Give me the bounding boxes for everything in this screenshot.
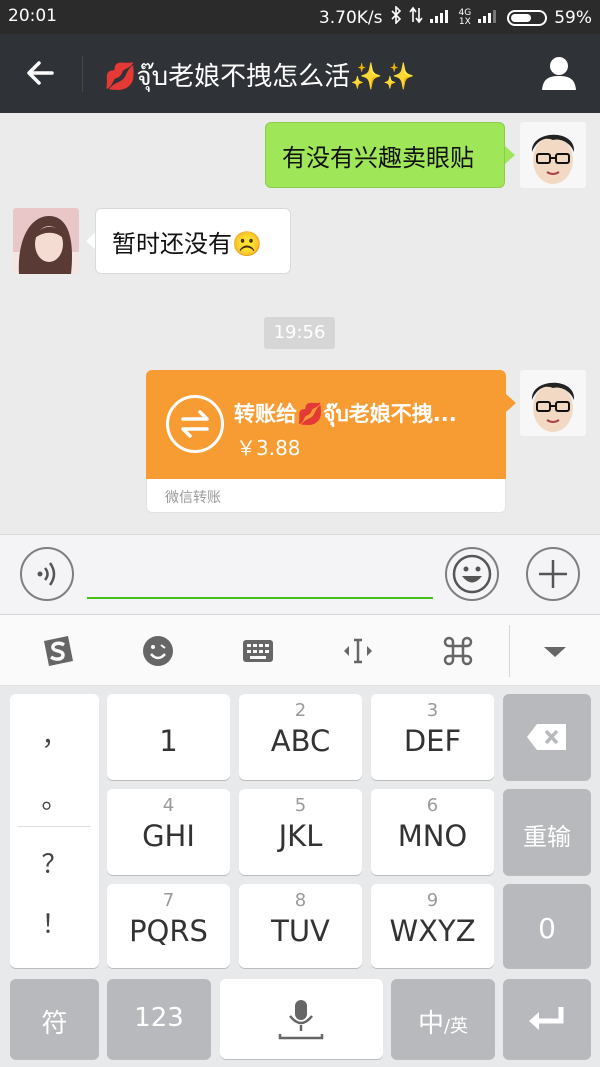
key-0[interactable]: 0 xyxy=(503,884,591,968)
sogou-logo-button[interactable] xyxy=(40,633,76,669)
sogou-logo-icon xyxy=(44,636,73,666)
data-arrows-icon xyxy=(408,6,423,29)
network-type: 4G 1X xyxy=(458,7,472,27)
smiley-icon xyxy=(452,554,492,594)
bluetooth-icon xyxy=(390,5,402,29)
contact-photo-icon xyxy=(13,208,79,274)
message-bubble-incoming[interactable]: 暂时还没有☹️ xyxy=(95,208,291,274)
enter-key[interactable] xyxy=(503,979,591,1059)
status-time: 20:01 xyxy=(8,6,57,26)
cartoon-face-icon xyxy=(520,122,586,188)
person-icon xyxy=(542,57,576,90)
cartoon-face-icon xyxy=(520,370,586,436)
transfer-footer-label: 微信转账 xyxy=(165,490,221,506)
signal-icon-2 xyxy=(478,7,500,28)
bubble-tail xyxy=(506,394,516,412)
header-divider xyxy=(82,56,83,92)
emoji-face-icon xyxy=(143,636,173,666)
command-icon xyxy=(443,636,473,666)
keyboard-toolbar xyxy=(0,614,600,686)
microphone-icon xyxy=(278,1000,324,1040)
avatar-self[interactable] xyxy=(520,122,586,188)
transfer-icon xyxy=(166,395,224,453)
keyboard-icon xyxy=(243,640,273,662)
voice-icon xyxy=(37,562,56,586)
numbers-key[interactable]: 123 xyxy=(107,979,211,1059)
plus-icon xyxy=(539,560,567,588)
emoji-button[interactable] xyxy=(445,547,499,601)
text-cursor-icon xyxy=(344,638,372,664)
key-6-mno[interactable]: 6 MNO xyxy=(371,789,494,875)
keyboard-layout-button[interactable] xyxy=(240,633,276,669)
command-button[interactable] xyxy=(440,633,476,669)
backspace-icon xyxy=(527,724,566,750)
battery-percent: 59% xyxy=(554,7,592,28)
net-speed: 3.70K/s xyxy=(318,7,383,28)
punct-divider xyxy=(18,826,91,827)
punct-period[interactable]: 。 xyxy=(10,779,99,816)
avatar-contact[interactable] xyxy=(13,208,79,274)
back-button[interactable] xyxy=(22,54,60,92)
key-1[interactable]: 1 xyxy=(107,694,230,780)
transfer-card[interactable]: 转账给💋จุ๊บ老娘不拽... ￥3.88 微信转账 xyxy=(146,370,506,513)
t9-keyboard: ， 。 ？ ！ 1 2 ABC 3 DEF 4 GHI 5 JKL 6 MNO … xyxy=(0,686,600,1067)
cursor-button[interactable] xyxy=(340,633,376,669)
space-key[interactable] xyxy=(220,979,383,1059)
status-bar: 20:01 3.70K/s 4G 1X 59% xyxy=(0,0,600,34)
language-switch-key[interactable]: 中/英 xyxy=(391,979,495,1059)
profile-button[interactable] xyxy=(540,54,578,92)
message-text: 有没有兴趣卖眼贴 xyxy=(282,143,474,172)
key-5-jkl[interactable]: 5 JKL xyxy=(239,789,362,875)
toolbar-divider xyxy=(509,625,510,677)
punctuation-column[interactable]: ， 。 ？ ！ xyxy=(10,694,99,968)
transfer-title: 转账给💋จุ๊บ老娘不拽... xyxy=(234,402,457,426)
punct-question[interactable]: ？ xyxy=(10,844,99,881)
key-4-ghi[interactable]: 4 GHI xyxy=(107,789,230,875)
lang-main: 中 xyxy=(417,1009,444,1039)
voice-button[interactable] xyxy=(20,547,74,601)
transfer-card-body: 转账给💋จุ๊บ老娘不拽... ￥3.88 xyxy=(146,370,506,479)
message-input-field[interactable] xyxy=(87,597,433,599)
transfer-card-footer: 微信转账 xyxy=(146,479,506,513)
punct-exclaim[interactable]: ！ xyxy=(10,904,99,941)
arrow-left-icon xyxy=(27,61,54,85)
status-indicators: 3.70K/s 4G 1X 59% xyxy=(318,5,592,29)
key-2-abc[interactable]: 2 ABC xyxy=(239,694,362,780)
message-text: 暂时还没有☹️ xyxy=(112,229,262,258)
backspace-key[interactable] xyxy=(503,694,591,780)
collapse-keyboard-button[interactable] xyxy=(537,633,573,669)
message-bubble-outgoing[interactable]: 有没有兴趣卖眼贴 xyxy=(265,122,505,188)
key-7-pqrs[interactable]: 7 PQRS xyxy=(107,884,230,968)
triangle-down-icon xyxy=(544,647,566,657)
emoji-keyboard-button[interactable] xyxy=(140,633,176,669)
symbols-key[interactable]: 符 xyxy=(10,979,99,1059)
message-timestamp: 19:56 xyxy=(264,317,335,349)
more-button[interactable] xyxy=(526,547,580,601)
lang-alt: /英 xyxy=(443,1016,469,1037)
avatar-self[interactable] xyxy=(520,370,586,436)
transfer-amount: ￥3.88 xyxy=(236,436,301,460)
key-3-def[interactable]: 3 DEF xyxy=(371,694,494,780)
chat-area[interactable]: 有没有兴趣卖眼贴 暂时还没有☹️ 19:56 转账给💋จุ๊บ老娘不拽... ￥… xyxy=(0,113,600,534)
bubble-tail xyxy=(505,146,515,164)
message-input-bar xyxy=(0,534,600,614)
reenter-key[interactable]: 重输 xyxy=(503,789,591,875)
key-9-wxyz[interactable]: 9 WXYZ xyxy=(371,884,494,968)
enter-icon xyxy=(529,1007,564,1030)
chat-title: 💋จุ๊บ老娘不拽怎么活✨✨ xyxy=(104,62,415,92)
battery-icon xyxy=(507,9,548,26)
signal-icon-1 xyxy=(429,7,452,28)
key-8-tuv[interactable]: 8 TUV xyxy=(239,884,362,968)
punct-comma[interactable]: ， xyxy=(10,716,99,753)
chat-header: 💋จุ๊บ老娘不拽怎么活✨✨ xyxy=(0,34,600,113)
